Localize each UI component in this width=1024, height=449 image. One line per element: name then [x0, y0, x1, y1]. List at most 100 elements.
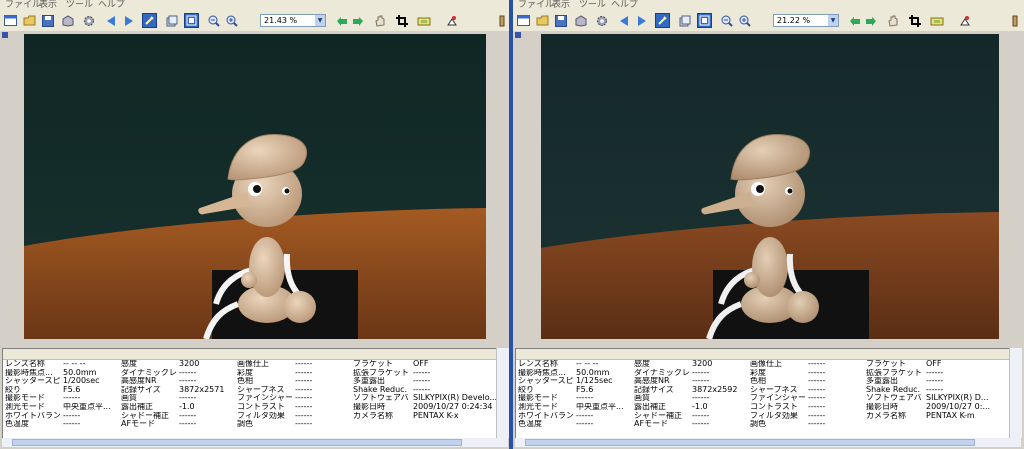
prop-value: ------ — [63, 420, 81, 429]
prop-label: シャープネス — [750, 385, 798, 394]
color-picker-icon[interactable] — [958, 13, 973, 28]
menu-tools[interactable]: ツール — [579, 0, 606, 11]
prop-value: SILKYPIX(R) D... — [926, 394, 989, 403]
prop-value: ------ — [179, 394, 197, 403]
prop-value: ------ — [63, 394, 81, 403]
redo-icon[interactable] — [350, 13, 365, 28]
prop-label: 彩度 — [750, 368, 766, 377]
save-icon[interactable] — [553, 13, 568, 28]
prop-value: PENTAX K-m — [926, 411, 975, 420]
prop-value: ------ — [413, 377, 431, 386]
prop-label: 色温度 — [5, 420, 29, 429]
redo-icon[interactable] — [863, 13, 878, 28]
eyedropper-icon[interactable] — [655, 13, 670, 28]
menu-view[interactable]: 表示 — [39, 0, 57, 11]
prop-label: 拡張ブラケット — [353, 368, 408, 377]
next-arrow-icon[interactable] — [121, 13, 136, 28]
properties-table[interactable]: レンズ名称 -- -- -- 感度 3200 画像仕上 ------ ブラケット OFF 撮影… — [2, 348, 498, 440]
zoom-dropdown[interactable]: 21.22 % ▼ — [773, 14, 839, 27]
crop-icon[interactable] — [907, 13, 922, 28]
print-icon[interactable] — [929, 13, 944, 28]
prop-label: 感度 — [634, 360, 650, 368]
menu-help[interactable]: ヘルプ — [611, 0, 638, 11]
prop-label: 画像仕上 — [237, 360, 269, 368]
toolbar: 21.43 % ▼ — [0, 11, 509, 32]
open-icon[interactable] — [22, 13, 37, 28]
menu-file[interactable]: ファイル — [518, 0, 554, 11]
chevron-down-icon[interactable]: ▼ — [828, 15, 838, 26]
prop-label: 調色 — [750, 420, 766, 429]
prop-label: 撮影モード — [518, 394, 558, 403]
prev-arrow-icon[interactable] — [103, 13, 118, 28]
color-picker-icon[interactable] — [445, 13, 460, 28]
open-icon[interactable] — [535, 13, 550, 28]
menu-view[interactable]: 表示 — [552, 0, 570, 11]
prop-value: 中央重点平... — [63, 402, 111, 411]
zoom-dropdown[interactable]: 21.43 % ▼ — [260, 14, 326, 27]
vertical-scrollbar[interactable] — [1009, 348, 1022, 438]
prop-value: ------ — [808, 360, 826, 368]
table-row: 測光モード 中央重点平... 露出補正 -1.0 コントラスト ------ 撮影日時 200… — [3, 403, 497, 412]
chevron-down-icon[interactable]: ▼ — [315, 15, 325, 26]
horizontal-scrollbar[interactable] — [515, 438, 1021, 447]
zoom-out-icon[interactable] — [719, 13, 734, 28]
prop-label: 色相 — [237, 377, 253, 386]
box-icon[interactable] — [573, 13, 588, 28]
undo-icon[interactable] — [334, 13, 349, 28]
settings-icon[interactable] — [1007, 13, 1022, 28]
eyedropper-icon[interactable] — [142, 13, 157, 28]
next-arrow-icon[interactable] — [634, 13, 649, 28]
prop-value: ------ — [179, 368, 197, 377]
fit-window-icon[interactable] — [697, 13, 712, 28]
gear-icon[interactable] — [594, 13, 609, 28]
prop-label: 測光モード — [518, 402, 558, 411]
crop-icon[interactable] — [394, 13, 409, 28]
table-row: ホワイトバランス------シャドー補正------フィルタ効果------カメ… — [3, 412, 497, 421]
prop-label: 拡張ブラケット — [866, 368, 921, 377]
prop-label: フィルタ効果 — [237, 411, 285, 420]
prop-value: ------ — [808, 368, 826, 377]
photo-preview[interactable] — [24, 34, 486, 339]
prop-value: ------ — [295, 420, 313, 429]
prop-label: カメラ名称 — [353, 411, 393, 420]
prop-label: 撮影日時 — [353, 402, 385, 411]
hand-icon[interactable] — [885, 13, 900, 28]
settings-icon[interactable] — [494, 13, 509, 28]
menu-file[interactable]: ファイル — [5, 0, 41, 11]
properties-table[interactable]: レンズ名称 -- -- -- 感度 3200 画像仕上 ------ ブラケット OFF 撮影… — [515, 348, 1011, 440]
prop-label: カメラ名称 — [866, 411, 906, 420]
prop-label: 彩度 — [237, 368, 253, 377]
prev-arrow-icon[interactable] — [616, 13, 631, 28]
zoom-in-icon[interactable] — [224, 13, 239, 28]
layers-icon[interactable] — [164, 13, 179, 28]
prop-label: 色相 — [750, 377, 766, 386]
prop-label: 感度 — [121, 360, 137, 368]
zoom-in-icon[interactable] — [737, 13, 752, 28]
zoom-out-icon[interactable] — [206, 13, 221, 28]
gear-icon[interactable] — [81, 13, 96, 28]
vertical-scrollbar[interactable] — [496, 348, 509, 438]
prop-label: ホワイトバランス — [518, 411, 573, 420]
scroll-thumb[interactable] — [12, 439, 462, 446]
photo-preview[interactable] — [541, 34, 999, 339]
save-icon[interactable] — [40, 13, 55, 28]
menu-help[interactable]: ヘルプ — [98, 0, 125, 11]
print-icon[interactable] — [416, 13, 431, 28]
undo-icon[interactable] — [847, 13, 862, 28]
prop-value: ------ — [692, 394, 710, 403]
hand-icon[interactable] — [372, 13, 387, 28]
horizontal-scrollbar[interactable] — [2, 438, 508, 447]
fit-window-icon[interactable] — [184, 13, 199, 28]
prop-value: ------ — [295, 402, 313, 411]
prop-label: ブラケット — [353, 360, 393, 368]
menu-tools[interactable]: ツール — [66, 0, 93, 11]
box-icon[interactable] — [60, 13, 75, 28]
prop-value: ------ — [692, 377, 710, 386]
prop-value: 1/125sec — [576, 377, 613, 386]
new-window-icon[interactable] — [516, 13, 531, 28]
scroll-thumb[interactable] — [525, 439, 975, 446]
prop-label: シャープネス — [237, 385, 285, 394]
prop-label: 色温度 — [518, 420, 542, 429]
new-window-icon[interactable] — [3, 13, 18, 28]
layers-icon[interactable] — [677, 13, 692, 28]
